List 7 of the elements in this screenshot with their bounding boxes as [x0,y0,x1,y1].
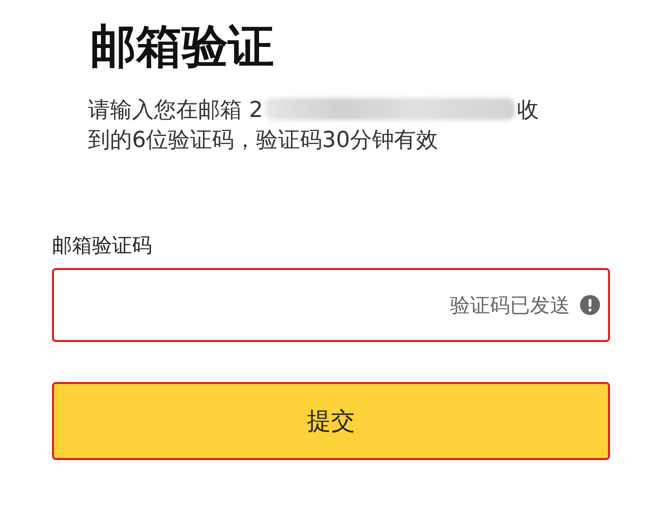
code-input-field[interactable]: 验证码已发送 [52,268,610,342]
status-text: 验证码已发送 [450,292,570,318]
page-title: 邮箱验证 [90,18,275,75]
field-label: 邮箱验证码 [52,232,153,258]
submit-button[interactable]: 提交 [52,382,610,460]
instruction-text: 请输入您在邮箱 2 收 到的6位验证码，验证码30分钟有效 [88,97,540,155]
warning-icon [580,295,600,315]
